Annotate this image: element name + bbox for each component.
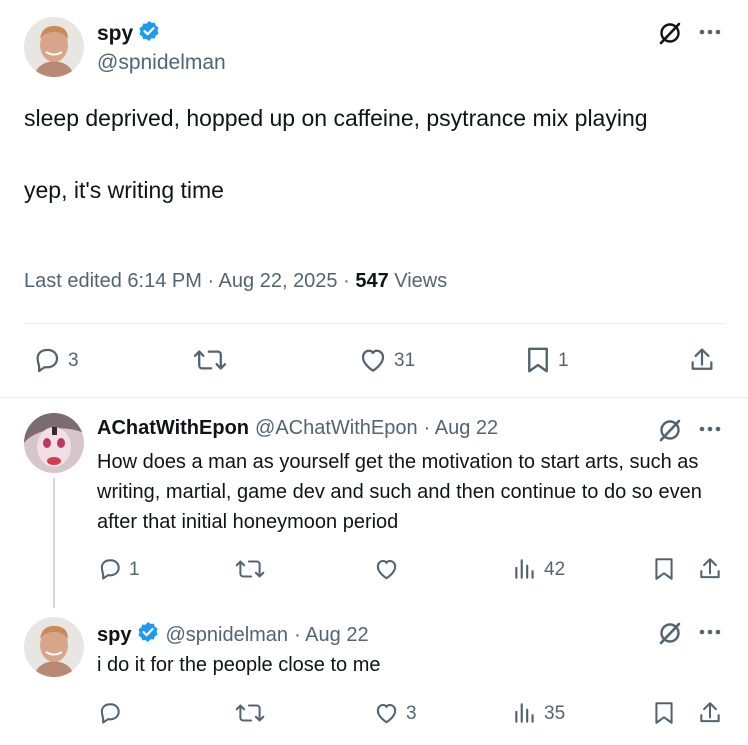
author-handle[interactable]: @spnidelman bbox=[97, 51, 226, 75]
verified-badge-icon bbox=[138, 20, 160, 48]
views-count: 547 bbox=[355, 270, 389, 292]
heart-icon bbox=[361, 349, 385, 372]
reply-button[interactable]: 3 bbox=[32, 345, 79, 375]
reply-count: 1 bbox=[129, 558, 140, 580]
author-handle[interactable]: @spnidelman bbox=[165, 624, 288, 647]
like-count: 3 bbox=[406, 702, 417, 724]
tweet-text: sleep deprived, hopped up on caffeine, p… bbox=[24, 105, 648, 203]
reply-date[interactable]: · Aug 22 bbox=[294, 624, 369, 647]
avatar[interactable] bbox=[24, 413, 84, 473]
bookmark-button[interactable]: 1 bbox=[524, 345, 569, 375]
bookmark-icon bbox=[655, 558, 673, 580]
reply-icon bbox=[100, 559, 120, 580]
verified-badge-icon bbox=[137, 621, 159, 649]
like-count: 31 bbox=[394, 349, 416, 371]
reply-button[interactable] bbox=[97, 700, 123, 726]
edited-timestamp[interactable]: Last edited 6:14 PM · Aug 22, 2025 · bbox=[24, 270, 355, 292]
share-button[interactable] bbox=[688, 345, 716, 375]
reply-header: AChatWithEpon @AChatWithEpon · Aug 22 bbox=[97, 417, 498, 440]
share-icon bbox=[700, 702, 720, 723]
bookmark-button[interactable] bbox=[652, 700, 676, 726]
bookmark-icon bbox=[528, 347, 548, 373]
more-options-icon[interactable] bbox=[698, 628, 722, 636]
repost-button[interactable] bbox=[192, 345, 228, 375]
repost-icon bbox=[193, 350, 227, 370]
reply-text: How does a man as yourself get the motiv… bbox=[97, 451, 702, 533]
grok-icon[interactable] bbox=[657, 620, 683, 646]
analytics-icon bbox=[515, 703, 534, 723]
reply-count: 3 bbox=[68, 349, 79, 371]
views-button[interactable]: 35 bbox=[512, 700, 565, 726]
repost-icon bbox=[235, 560, 265, 578]
thread-line bbox=[53, 478, 55, 608]
reply-icon bbox=[100, 703, 120, 724]
like-button[interactable]: 31 bbox=[358, 345, 415, 375]
share-icon bbox=[691, 348, 713, 370]
views-count: 42 bbox=[544, 558, 566, 580]
bookmark-button[interactable] bbox=[652, 556, 676, 582]
repost-button[interactable] bbox=[234, 700, 266, 726]
views-count: 35 bbox=[544, 702, 566, 724]
bookmark-count: 1 bbox=[558, 349, 569, 371]
share-icon bbox=[700, 558, 720, 579]
like-button[interactable] bbox=[373, 556, 400, 582]
like-button[interactable]: 3 bbox=[373, 700, 417, 726]
author-name[interactable]: spy bbox=[97, 624, 131, 647]
repost-button[interactable] bbox=[234, 556, 266, 582]
bookmark-icon bbox=[655, 702, 673, 724]
divider bbox=[0, 397, 748, 398]
share-button[interactable] bbox=[697, 700, 723, 726]
tweet-meta: Last edited 6:14 PM · Aug 22, 2025 · 547… bbox=[24, 270, 447, 293]
author-name[interactable]: AChatWithEpon bbox=[97, 417, 249, 440]
repost-icon bbox=[235, 704, 265, 722]
avatar[interactable] bbox=[24, 17, 84, 77]
grok-icon[interactable] bbox=[657, 417, 683, 443]
author-name-text[interactable]: spy bbox=[97, 22, 133, 46]
author-handle[interactable]: @AChatWithEpon bbox=[255, 417, 418, 440]
reply-date[interactable]: · Aug 22 bbox=[424, 417, 499, 440]
divider bbox=[24, 323, 724, 324]
views-button[interactable]: 42 bbox=[512, 556, 565, 582]
reply-icon bbox=[36, 348, 59, 373]
views-label: Views bbox=[388, 270, 448, 292]
reply-text: i do it for the people close to me bbox=[97, 654, 381, 676]
heart-icon bbox=[376, 559, 397, 580]
avatar[interactable] bbox=[24, 617, 84, 677]
grok-icon[interactable] bbox=[657, 20, 683, 46]
more-options-icon[interactable] bbox=[698, 28, 722, 36]
analytics-icon bbox=[515, 559, 534, 579]
reply-button[interactable]: 1 bbox=[97, 556, 140, 582]
share-button[interactable] bbox=[697, 556, 723, 582]
author-name[interactable]: spy bbox=[97, 20, 160, 48]
heart-icon bbox=[376, 703, 397, 724]
more-options-icon[interactable] bbox=[698, 425, 722, 433]
reply-header: spy @spnidelman · Aug 22 bbox=[97, 621, 369, 649]
